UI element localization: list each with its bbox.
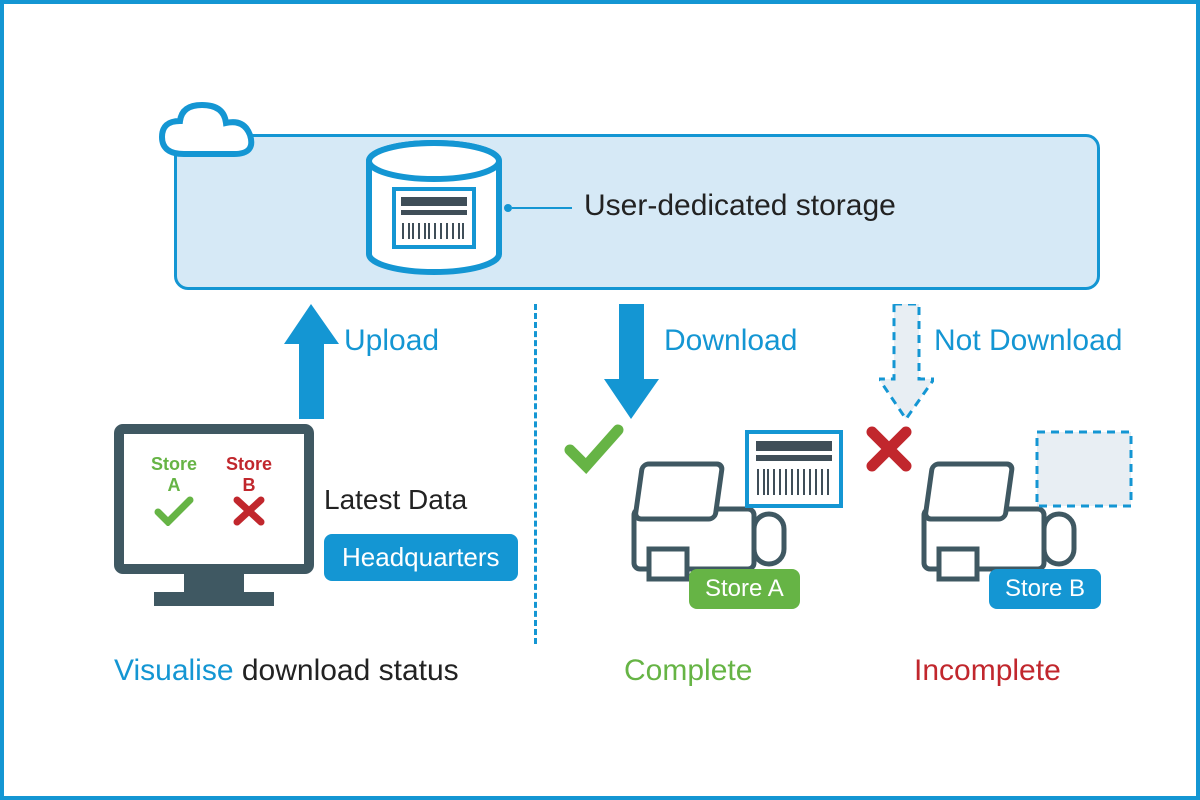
complete-label: Complete (624, 654, 752, 688)
latest-data-label: Latest Data (324, 484, 467, 516)
store-b-badge: Store B (989, 569, 1101, 609)
download-label: Download (664, 324, 797, 358)
headquarters-badge: Headquarters (324, 534, 518, 581)
label-b-empty-icon (1034, 429, 1134, 509)
store-a-badge: Store A (689, 569, 800, 609)
incomplete-label: Incomplete (914, 654, 1061, 688)
connector-dot (504, 204, 512, 212)
label-a-icon (744, 429, 844, 509)
section-divider (534, 304, 537, 644)
diagram-frame: User-dedicated storage Upload Download N… (0, 0, 1200, 800)
download-arrow-icon (604, 304, 659, 419)
not-download-label: Not Download (934, 324, 1122, 358)
cross-icon (864, 424, 914, 474)
upload-arrow-icon (284, 304, 339, 419)
connector-line (512, 207, 572, 209)
not-download-arrow-icon (879, 304, 934, 419)
database-icon (359, 139, 509, 279)
monitor-store-a: Store A (144, 454, 204, 526)
visualise-caption: Visualise download status (114, 654, 459, 688)
storage-label: User-dedicated storage (584, 189, 896, 223)
check-icon (564, 424, 624, 474)
monitor-store-b: Store B (219, 454, 279, 526)
cloud-icon (154, 99, 264, 169)
upload-label: Upload (344, 324, 439, 358)
